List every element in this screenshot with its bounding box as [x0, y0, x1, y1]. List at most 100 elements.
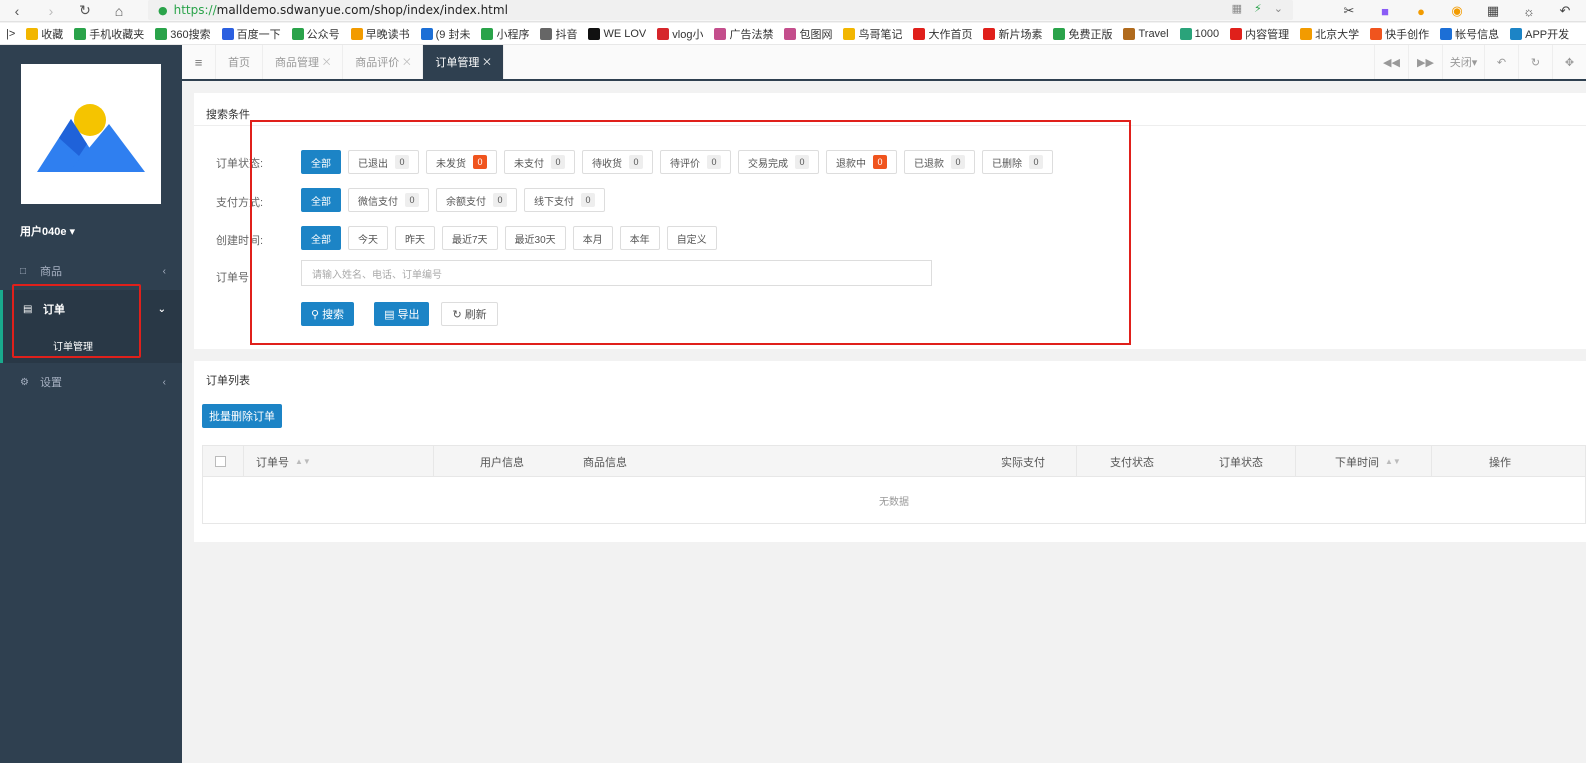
bookmark-item[interactable]: 公众号	[291, 26, 340, 42]
bookmark-favicon-icon	[1123, 27, 1136, 40]
bookmark-favicon-icon	[1230, 27, 1243, 40]
bookmark-item[interactable]: 抖音	[540, 26, 577, 42]
scroll-right-icon[interactable]: ▶▶	[1408, 45, 1442, 79]
url-path: malldemo.sdwanyue.com/shop/index/index.h…	[216, 3, 508, 17]
bookmark-label: 收藏	[41, 28, 64, 41]
coin-icon[interactable]: ●	[1410, 2, 1432, 20]
back-icon[interactable]: ↶	[1484, 45, 1518, 79]
order-table: 订单号 ▲▼ 用户信息 商品信息 实际支付 支付状态 订单状态 下单时间 ▲▼ 操作…	[202, 445, 1586, 524]
column-divider	[1076, 446, 1077, 477]
bookmark-label: 快手创作	[1385, 28, 1430, 41]
bookmark-item[interactable]: 快手创作	[1370, 26, 1429, 42]
bookmark-favicon-icon	[714, 27, 727, 40]
bookmark-favicon-icon	[350, 27, 363, 40]
bookmark-item[interactable]: 内容管理	[1230, 26, 1289, 42]
close-icon[interactable]: ⨉	[323, 57, 330, 68]
bookmark-favicon-icon	[291, 27, 304, 40]
user-menu[interactable]: 用户040e ▾	[20, 223, 75, 239]
bookmark-item[interactable]: 广告法禁	[714, 26, 773, 42]
bookmark-item[interactable]: Travel	[1123, 27, 1169, 40]
bookmark-item[interactable]: 新片场素	[983, 26, 1042, 42]
close-icon[interactable]: ⨉	[483, 57, 490, 68]
bookmark-item[interactable]: 百度一下	[221, 26, 281, 42]
bookmark-favicon-icon	[1510, 27, 1523, 40]
chevron-down-icon[interactable]: ⌄	[1274, 2, 1283, 15]
chevron-left-icon: ‹	[162, 376, 166, 388]
bookmark-item[interactable]: 大作首页	[913, 26, 972, 42]
menu-toggle-icon[interactable]: ≡	[182, 45, 216, 79]
bookmark-item[interactable]: vlog小	[657, 26, 703, 42]
column-order-number[interactable]: 订单号 ▲▼	[256, 446, 311, 477]
column-product-info: 商品信息	[583, 456, 627, 469]
tab-product-reviews[interactable]: 商品评价 ⨉	[343, 45, 424, 79]
fullscreen-icon[interactable]: ✥	[1552, 45, 1586, 79]
select-all-checkbox[interactable]	[215, 456, 226, 467]
close-icon[interactable]: ⨉	[403, 57, 410, 68]
sun-icon[interactable]: ☼	[1518, 2, 1540, 20]
browser-extensions: ✂ ■ ● ◉ ▦ ☼ ↶	[1338, 0, 1586, 22]
address-bar-tools: ▦ ⚡ ⌄	[1232, 2, 1283, 15]
table-header: 订单号 ▲▼ 用户信息 商品信息 实际支付 支付状态 订单状态 下单时间 ▲▼ 操作	[203, 446, 1585, 477]
column-user-info: 用户信息	[480, 456, 524, 469]
column-payment-status: 支付状态	[1110, 456, 1154, 469]
tab-home[interactable]: 首页	[216, 45, 263, 79]
bookmark-item[interactable]: WE LOV	[588, 27, 647, 40]
bookmark-favicon-icon	[1440, 27, 1453, 40]
column-order-time[interactable]: 下单时间 ▲▼	[1335, 446, 1401, 477]
lightning-icon[interactable]: ⚡	[1254, 2, 1262, 15]
bookmark-label: 鸟哥笔记	[858, 28, 903, 41]
back-icon[interactable]: ‹	[0, 0, 34, 22]
bookmark-item[interactable]: 早晚读书	[350, 26, 410, 42]
bookmark-favicon-icon	[983, 27, 996, 40]
bookmarks-menu-icon[interactable]: |>	[6, 28, 15, 40]
sort-icon[interactable]: ▲▼	[295, 457, 311, 466]
bookmark-item[interactable]: 鸟哥笔记	[843, 26, 902, 42]
address-bar[interactable]: ● https:// malldemo.sdwanyue.com/shop/in…	[148, 0, 1293, 20]
forward-icon[interactable]: ›	[34, 0, 68, 22]
bookmark-label: 包图网	[799, 28, 833, 41]
bookmark-item[interactable]: 小程序	[481, 26, 529, 42]
bookmark-item[interactable]: 北京大学	[1300, 26, 1359, 42]
bookmark-item[interactable]: 帐号信息	[1440, 26, 1499, 42]
bookmark-item[interactable]: (9 封未	[420, 26, 470, 42]
url-scheme: https://	[173, 3, 217, 17]
order-list-title: 订单列表	[206, 375, 250, 387]
qr-icon[interactable]: ▦	[1232, 2, 1242, 15]
translate-icon[interactable]: ■	[1374, 2, 1396, 20]
reload-icon[interactable]: ↻	[68, 0, 102, 22]
sidebar-item-label: 商品	[40, 266, 62, 278]
sort-icon[interactable]: ▲▼	[1385, 457, 1401, 466]
undo-icon[interactable]: ↶	[1554, 2, 1576, 20]
scroll-left-icon[interactable]: ◀◀	[1374, 45, 1408, 79]
bookmark-item[interactable]: 包图网	[784, 26, 832, 42]
bookmark-item[interactable]: 手机收藏夹	[74, 26, 144, 42]
bookmark-item[interactable]: APP开发	[1510, 26, 1569, 42]
gamepad-icon[interactable]: ◉	[1446, 2, 1468, 20]
bookmark-favicon-icon	[540, 27, 553, 40]
refresh-icon[interactable]: ↻	[1518, 45, 1552, 79]
bookmark-label: 帐号信息	[1455, 28, 1500, 41]
bookmark-item[interactable]: 收藏	[26, 26, 63, 42]
sidebar-item-settings[interactable]: ⚙ 设置 ‹	[0, 363, 182, 401]
bookmark-item[interactable]: 免费正版	[1053, 26, 1112, 42]
close-tabs-dropdown[interactable]: 关闭▾	[1442, 45, 1484, 79]
bookmark-favicon-icon	[155, 27, 168, 40]
bookmark-label: 大作首页	[928, 28, 973, 41]
bookmark-item[interactable]: 1000	[1179, 27, 1219, 40]
sidebar-item-label: 设置	[40, 377, 62, 389]
tab-order-management[interactable]: 订单管理 ⨉	[423, 45, 504, 79]
batch-delete-button[interactable]: 批量删除订单	[202, 404, 282, 428]
tab-bar: ≡ 首页 商品管理 ⨉ 商品评价 ⨉ 订单管理 ⨉ ◀◀ ▶▶ 关闭▾ ↶ ↻ ✥	[182, 45, 1586, 81]
search-panel-title: 搜索条件	[206, 109, 250, 121]
grid-icon[interactable]: ▦	[1482, 2, 1504, 20]
bookmark-label: WE LOV	[603, 27, 647, 40]
scissors-icon[interactable]: ✂	[1338, 2, 1360, 20]
bookmark-favicon-icon	[26, 27, 39, 40]
bookmark-label: 新片场素	[998, 28, 1043, 41]
column-label: 订单号	[256, 456, 289, 469]
bookmark-label: 公众号	[306, 28, 340, 41]
bookmark-item[interactable]: 360搜索	[155, 26, 211, 42]
bookmark-favicon-icon	[1370, 27, 1383, 40]
home-icon[interactable]: ⌂	[102, 0, 136, 22]
tab-product-management[interactable]: 商品管理 ⨉	[263, 45, 344, 79]
